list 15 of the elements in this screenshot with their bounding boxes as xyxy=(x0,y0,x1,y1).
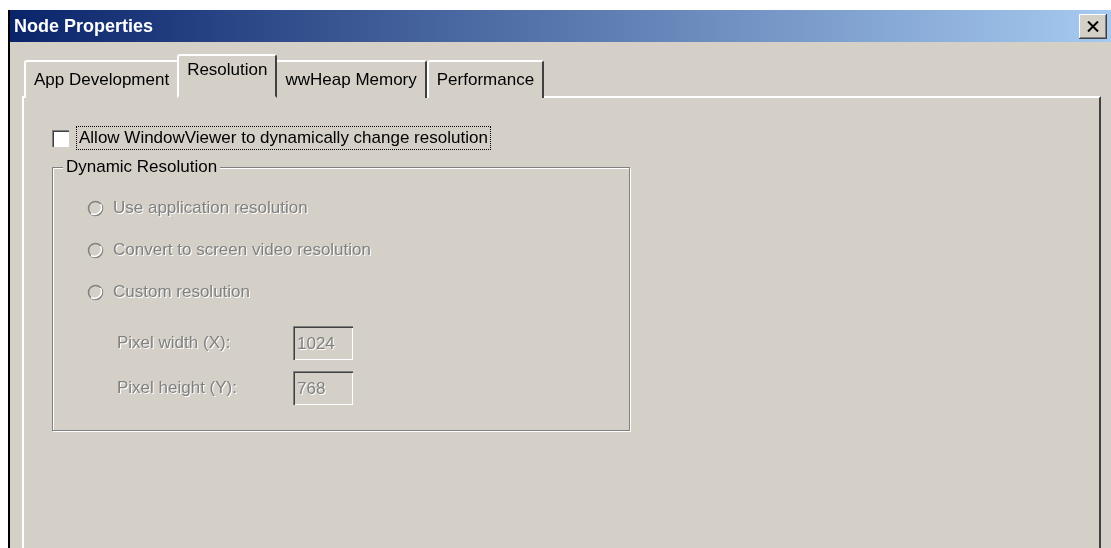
tab[interactable]: Performance xyxy=(426,60,545,98)
checkbox-label[interactable]: Allow WindowViewer to dynamically change resolution xyxy=(77,127,490,149)
radio-label: Convert to screen video resolution xyxy=(113,240,371,260)
radio-label: Custom resolution xyxy=(113,282,250,302)
field-label: Pixel width (X): xyxy=(117,333,232,353)
tab[interactable]: wwHeap Memory xyxy=(275,60,427,98)
tab[interactable]: App Development xyxy=(24,60,180,98)
group-title: Dynamic Resolution xyxy=(63,157,221,177)
checkbox[interactable] xyxy=(52,129,69,147)
field-label: Pixel height (Y): xyxy=(117,378,238,398)
radio-label: Use application resolution xyxy=(113,198,308,218)
tab[interactable]: Resolution xyxy=(177,54,278,98)
close-button[interactable] xyxy=(1079,13,1107,39)
close-icon xyxy=(1087,20,1099,32)
window-title: Node Properties xyxy=(14,15,154,37)
